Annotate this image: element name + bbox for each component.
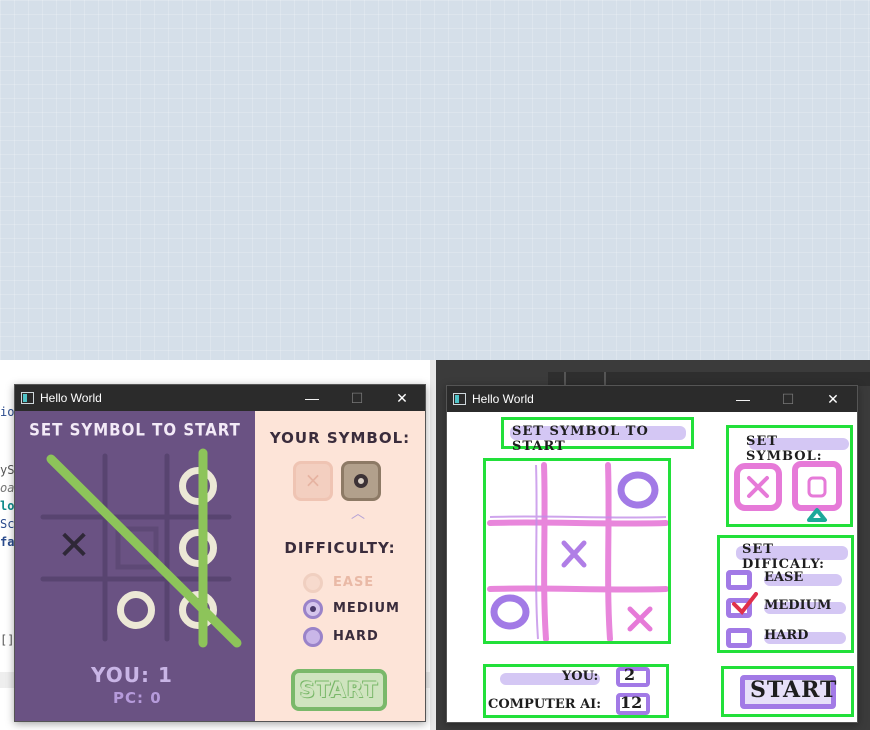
difficulty-label: MEDIUM <box>333 601 400 616</box>
minimize-button[interactable]: — <box>289 385 335 411</box>
start-button[interactable]: START <box>291 669 387 711</box>
board-panel: SET SYMBOL TO START ✕ YOU: 1 PC: 0 <box>15 411 255 721</box>
difficulty-label: EASE <box>333 575 375 590</box>
sketch-computer-label: COMPUTER AI: <box>488 697 602 712</box>
board-cell[interactable] <box>46 582 102 638</box>
score-you: YOU: 1 <box>91 663 173 687</box>
sketch-option-hard[interactable]: HARD <box>724 626 852 648</box>
sketch-option-label: EASE <box>764 570 804 585</box>
app-icon <box>21 392 34 404</box>
code-fragment: [] <box>0 633 15 647</box>
desktop-background <box>0 0 870 360</box>
checkbox-icon <box>726 570 752 590</box>
board-cell[interactable] <box>46 458 102 514</box>
symbol-o-button[interactable] <box>341 461 381 501</box>
selection-caret-icon: ︿ <box>351 506 365 522</box>
sketch-option-medium[interactable]: MEDIUM <box>724 592 852 618</box>
app-icon <box>453 393 466 405</box>
radio-icon <box>303 627 323 647</box>
symbol-x-button[interactable]: × <box>293 461 333 501</box>
o-mark <box>179 591 217 629</box>
board-cell[interactable] <box>108 458 164 514</box>
dark-toolbar <box>548 372 870 386</box>
sketch-grid-line <box>541 462 549 641</box>
board-cell[interactable]: ✕ <box>46 520 102 576</box>
sketch-heading-box: SET SYMBOL TO START <box>501 417 694 454</box>
sketch-option-label: HARD <box>764 628 809 643</box>
o-mark <box>179 467 217 505</box>
o-mark <box>117 591 155 629</box>
sketch-o-button <box>792 461 842 511</box>
code-fragment: fa <box>0 535 15 549</box>
minimize-button[interactable]: — <box>720 386 766 412</box>
sketch-grid-line <box>487 519 668 527</box>
board-cell[interactable] <box>170 458 226 514</box>
sketch-o-mark <box>617 471 659 509</box>
sketch-board <box>487 462 668 641</box>
checkbox-icon <box>726 628 752 648</box>
sketch-option-ease[interactable]: EASE <box>724 568 852 590</box>
sketch-start-box[interactable]: START <box>721 666 854 717</box>
sketch-computer-score: 12 <box>620 693 643 712</box>
o-mark <box>179 529 217 567</box>
sketch-grid-line <box>487 585 668 593</box>
selection-caret-icon <box>807 508 827 522</box>
sketch-option-label: MEDIUM <box>764 598 832 613</box>
toolbar-divider <box>604 372 606 386</box>
difficulty-heading: DIFFICULTY: <box>284 539 396 557</box>
sketch-start-label: START <box>750 677 838 703</box>
board-cell[interactable] <box>170 520 226 576</box>
difficulty-option-ease[interactable]: EASE <box>303 573 423 593</box>
title-bar: Hello World — ☐ ✕ <box>447 386 857 412</box>
sketch-o-mark <box>490 594 530 630</box>
maximize-button[interactable]: ☐ <box>334 385 380 411</box>
game-window-final: Hello World — ☐ ✕ SET SYMBOL TO START ✕ … <box>14 384 426 722</box>
sketch-symbol-options[interactable] <box>729 428 850 524</box>
x-mark: ✕ <box>57 523 91 569</box>
game-window-sketch: Hello World — ☐ ✕ SET SYMBOL TO START SE… <box>446 385 858 723</box>
board-cell[interactable] <box>170 582 226 638</box>
close-button[interactable]: ✕ <box>379 385 425 411</box>
code-fragment: io <box>0 405 15 419</box>
difficulty-option-hard[interactable]: HARD <box>303 627 423 647</box>
red-checkmark-icon <box>732 592 758 616</box>
sketch-x-mark <box>561 540 587 568</box>
difficulty-label: HARD <box>333 629 379 644</box>
window-title: Hello World <box>40 391 102 405</box>
sketch-board-box[interactable] <box>483 458 671 644</box>
title-bar: Hello World — ☐ ✕ <box>15 385 425 411</box>
sketch-x-mark <box>627 606 653 632</box>
score-pc: PC: 0 <box>113 689 162 707</box>
sketch-difficulty-box: SET DIFICALY: EASE MEDIUM HARD <box>717 535 854 653</box>
radio-icon <box>303 573 323 593</box>
code-fragment: oa <box>0 481 15 495</box>
sketch-heading: SET SYMBOL TO START <box>512 424 649 454</box>
sketch-you-label: YOU: <box>562 669 599 684</box>
difficulty-option-medium[interactable]: MEDIUM <box>303 599 423 619</box>
sketch-score-box: YOU: 2 COMPUTER AI: 12 <box>483 664 669 718</box>
sketch-you-score: 2 <box>624 665 636 684</box>
settings-panel: YOUR SYMBOL: × ︿ DIFFICULTY: EASE MEDIUM… <box>255 411 425 721</box>
sketch-grid-line <box>605 462 613 641</box>
close-button[interactable]: ✕ <box>810 386 856 412</box>
sketch-symbol-box: SET SYMBOL: <box>726 425 853 527</box>
code-fragment: yS <box>0 463 15 477</box>
board-cell[interactable] <box>108 582 164 638</box>
maximize-button[interactable]: ☐ <box>765 386 811 412</box>
window-title: Hello World <box>472 392 534 406</box>
your-symbol-heading: YOUR SYMBOL: <box>269 429 411 447</box>
board-cell[interactable] <box>108 520 164 576</box>
toolbar-divider <box>564 372 566 386</box>
radio-selected-icon <box>303 599 323 619</box>
code-fragment: lo <box>0 499 15 513</box>
code-fragment: Sc <box>0 517 15 531</box>
